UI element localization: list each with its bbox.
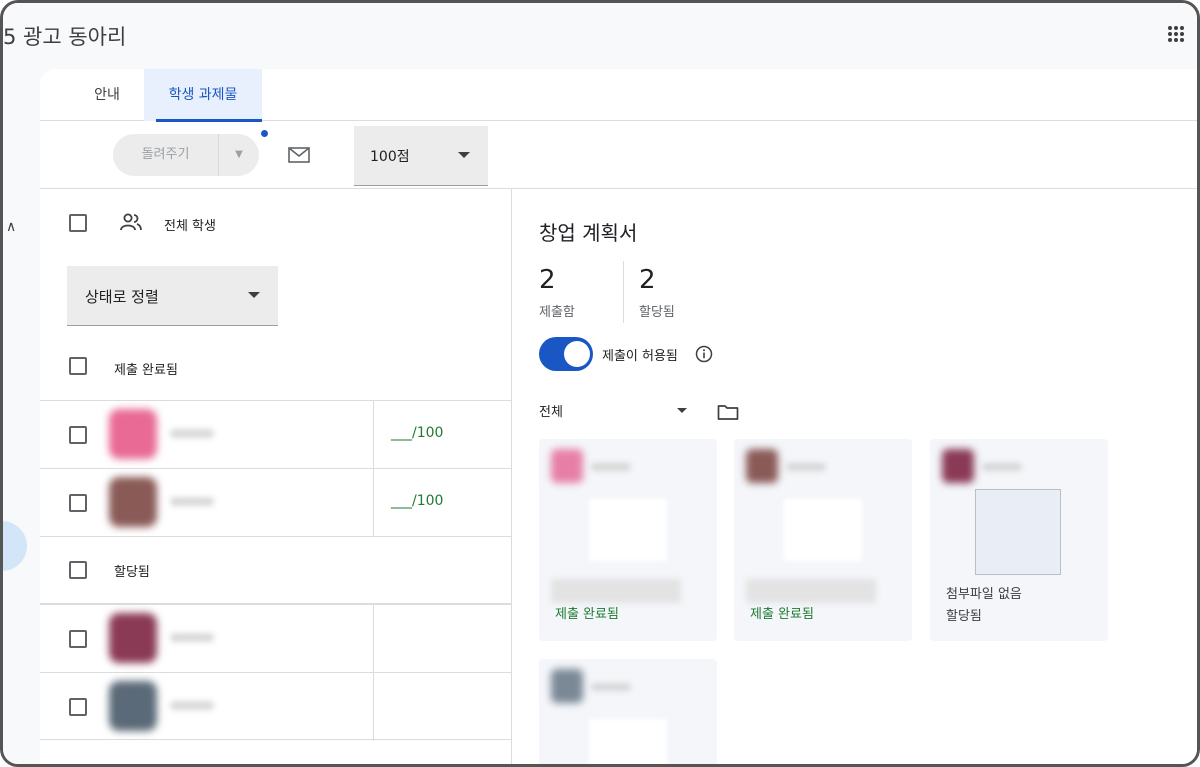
google-apps-icon[interactable] xyxy=(1167,25,1185,43)
submission-card[interactable]: 첨부파일 없음 할당됨 xyxy=(930,439,1108,641)
submission-card[interactable] xyxy=(539,659,717,764)
toolbar: 돌려주기 ▼ 100점 xyxy=(40,121,1197,189)
window-frame: 5 광고 동아리 ∧ 안내 학생 과제물 돌려주기 ▼ 100점 전체 학생 상… xyxy=(0,0,1200,767)
row-checkbox[interactable] xyxy=(69,630,87,648)
submitted-count: 2 xyxy=(539,265,556,295)
column-divider xyxy=(373,605,374,673)
empty-attachment-placeholder xyxy=(975,489,1061,575)
return-split-button: 돌려주기 ▼ xyxy=(113,134,259,176)
avatar xyxy=(942,449,974,483)
grade-value[interactable]: ___/100 xyxy=(391,425,443,441)
course-title: 5 광고 동아리 xyxy=(3,25,127,49)
student-name-redacted xyxy=(170,633,214,642)
accepting-submissions-label: 제출이 허용됨 xyxy=(602,349,678,364)
tab-stream[interactable]: 안내 xyxy=(80,69,134,121)
column-divider xyxy=(373,401,374,469)
toggle-knob xyxy=(564,341,590,367)
avatar xyxy=(109,613,157,663)
submission-status: 할당됨 xyxy=(946,609,982,624)
submission-status: 제출 완료됨 xyxy=(555,607,619,622)
avatar xyxy=(109,477,157,527)
no-attachment-label: 첨부파일 없음 xyxy=(946,587,1022,602)
submission-status: 제출 완료됨 xyxy=(750,607,814,622)
section-label-assigned: 할당됨 xyxy=(114,565,150,580)
filter-select-label[interactable]: 전체 xyxy=(539,401,563,420)
main-card: 안내 학생 과제물 돌려주기 ▼ 100점 전체 학생 상태로 정렬 제출 완료… xyxy=(40,69,1197,764)
folder-icon[interactable] xyxy=(717,403,739,421)
section-checkbox-assigned[interactable] xyxy=(69,561,87,579)
info-icon[interactable] xyxy=(695,345,713,363)
table-row[interactable]: ___/100 xyxy=(40,400,512,469)
points-value: 100점 xyxy=(370,149,410,165)
attachment-thumbnail xyxy=(589,719,667,764)
accepting-submissions-toggle[interactable] xyxy=(539,337,593,371)
caret-down-icon[interactable] xyxy=(677,408,687,413)
column-divider xyxy=(373,469,374,537)
caret-down-icon xyxy=(458,152,470,158)
caret-down-icon xyxy=(248,292,260,298)
assigned-label: 할당됨 xyxy=(639,305,675,320)
assigned-count: 2 xyxy=(639,265,656,295)
people-icon xyxy=(120,213,142,231)
return-dropdown-button[interactable]: ▼ xyxy=(219,134,259,176)
sort-select[interactable]: 상태로 정렬 xyxy=(67,266,278,326)
return-button[interactable]: 돌려주기 xyxy=(113,134,219,176)
avatar xyxy=(551,449,583,483)
assignment-panel: 창업 계획서 2 제출함 2 할당됨 제출이 허용됨 전체 제출 완료됨 제출 … xyxy=(513,189,1197,764)
section-checkbox-submitted[interactable] xyxy=(69,357,87,375)
avatar xyxy=(109,681,157,731)
student-name-redacted xyxy=(591,463,631,471)
grade-value[interactable]: ___/100 xyxy=(391,493,443,509)
submission-card[interactable]: 제출 완료됨 xyxy=(734,439,912,641)
student-name-redacted xyxy=(786,463,826,471)
avatar xyxy=(551,669,583,703)
tab-student-work-label: 학생 과제물 xyxy=(168,87,238,103)
select-all-checkbox[interactable] xyxy=(69,214,87,232)
stat-divider xyxy=(623,261,624,323)
row-checkbox[interactable] xyxy=(69,698,87,716)
points-select[interactable]: 100점 xyxy=(354,126,488,186)
table-row[interactable] xyxy=(40,672,512,741)
assignment-title: 창업 계획서 xyxy=(539,221,638,245)
student-name-redacted xyxy=(170,497,214,506)
attachment-thumbnail xyxy=(784,499,862,561)
submission-card[interactable]: 제출 완료됨 xyxy=(539,439,717,641)
student-name-redacted xyxy=(591,683,631,691)
all-students-label: 전체 학생 xyxy=(164,219,216,234)
tab-bar: 안내 학생 과제물 xyxy=(40,69,1197,122)
student-name-redacted xyxy=(170,429,214,438)
notification-dot xyxy=(261,130,268,137)
student-name-redacted xyxy=(170,701,214,710)
attachment-thumbnail xyxy=(589,499,667,561)
table-row[interactable]: ___/100 xyxy=(40,468,512,537)
section-label-submitted: 제출 완료됨 xyxy=(114,363,178,378)
row-checkbox[interactable] xyxy=(69,494,87,512)
table-row[interactable] xyxy=(40,604,512,673)
student-name-redacted xyxy=(982,463,1022,471)
section-header-assigned: 할당됨 xyxy=(40,536,512,604)
mail-icon[interactable] xyxy=(288,147,310,163)
student-roster: 전체 학생 상태로 정렬 제출 완료됨 ___/100 ___/100 할당됨 xyxy=(40,189,512,764)
attachment-name-redacted xyxy=(746,579,876,603)
row-checkbox[interactable] xyxy=(69,426,87,444)
top-bar: 5 광고 동아리 xyxy=(3,3,1197,69)
attachment-name-redacted xyxy=(551,579,681,603)
tab-student-work[interactable]: 학생 과제물 xyxy=(144,69,262,122)
submitted-label: 제출함 xyxy=(539,305,575,320)
left-rail: ∧ xyxy=(3,69,40,764)
column-divider xyxy=(373,673,374,741)
sort-label: 상태로 정렬 xyxy=(85,288,159,306)
chevron-up-icon[interactable]: ∧ xyxy=(6,219,16,235)
avatar xyxy=(746,449,778,483)
avatar xyxy=(109,409,157,459)
rail-indicator xyxy=(3,521,27,571)
